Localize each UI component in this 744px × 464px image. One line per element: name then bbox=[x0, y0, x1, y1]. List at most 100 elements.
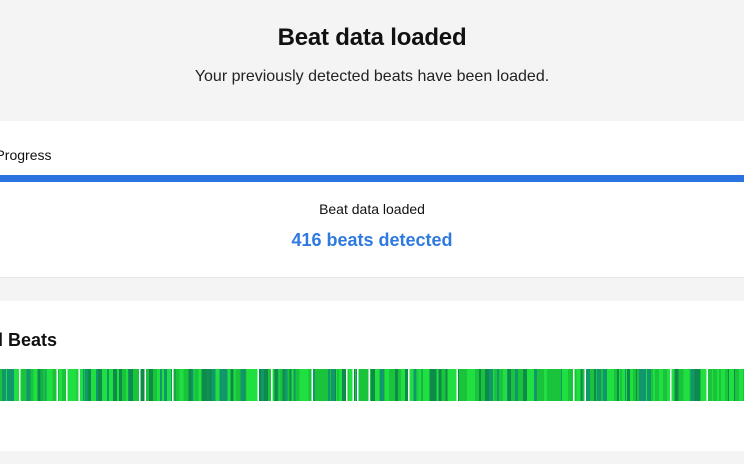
beat-marker bbox=[458, 369, 459, 401]
beat-marker bbox=[420, 369, 422, 401]
beat-marker bbox=[67, 369, 69, 401]
beat-marker bbox=[556, 369, 558, 401]
beat-marker bbox=[633, 369, 636, 401]
beat-marker bbox=[48, 369, 51, 401]
beat-marker bbox=[436, 369, 439, 401]
beat-marker bbox=[678, 369, 683, 401]
beat-gap bbox=[19, 369, 21, 401]
detection-progress-card: on Progress Beat data loaded 416 beats d… bbox=[0, 121, 744, 278]
beat-gap bbox=[139, 369, 141, 401]
beat-gap bbox=[66, 369, 68, 401]
beat-marker bbox=[193, 369, 195, 401]
beat-marker bbox=[334, 369, 335, 401]
beat-marker bbox=[683, 369, 687, 401]
beat-marker bbox=[534, 369, 537, 401]
beat-marker bbox=[291, 369, 294, 401]
beat-marker bbox=[339, 369, 341, 401]
beat-gap bbox=[311, 369, 313, 401]
beat-marker bbox=[136, 369, 139, 401]
beat-marker bbox=[674, 369, 679, 401]
beat-gap bbox=[368, 369, 370, 401]
beat-marker bbox=[507, 369, 508, 401]
beat-marker bbox=[316, 369, 319, 401]
beat-gap bbox=[56, 369, 58, 401]
beat-marker bbox=[497, 369, 499, 401]
progress-card-title: on Progress bbox=[0, 147, 52, 163]
beat-marker bbox=[416, 369, 418, 401]
beat-marker bbox=[742, 369, 743, 401]
beat-marker bbox=[175, 369, 178, 401]
beat-marker bbox=[6, 369, 7, 401]
beat-marker bbox=[328, 369, 330, 401]
beat-marker bbox=[425, 369, 430, 401]
beat-marker bbox=[128, 369, 129, 401]
beat-gap bbox=[573, 369, 575, 401]
beat-strip-svg[interactable] bbox=[0, 369, 744, 401]
beat-marker bbox=[568, 369, 572, 401]
beat-marker bbox=[273, 369, 275, 401]
beat-marker bbox=[717, 369, 719, 401]
beat-gap bbox=[456, 369, 458, 401]
beat-marker bbox=[254, 369, 258, 401]
beat-marker bbox=[445, 369, 448, 401]
beat-marker bbox=[342, 369, 346, 401]
beat-marker bbox=[58, 369, 59, 401]
beat-marker bbox=[74, 369, 77, 401]
beat-marker bbox=[417, 369, 419, 401]
beat-marker bbox=[80, 369, 83, 401]
beat-marker bbox=[76, 369, 78, 401]
beat-marker bbox=[313, 369, 315, 401]
beat-marker bbox=[405, 369, 408, 401]
page-title: Beat data loaded bbox=[277, 24, 467, 51]
beat-marker bbox=[698, 369, 701, 401]
beat-marker bbox=[348, 369, 353, 401]
beat-gap bbox=[352, 369, 354, 401]
beat-marker bbox=[40, 369, 42, 401]
beat-marker bbox=[219, 369, 224, 401]
beat-marker bbox=[211, 369, 215, 401]
beat-marker bbox=[302, 369, 307, 401]
beat-marker bbox=[558, 369, 561, 401]
beat-marker bbox=[655, 369, 656, 401]
beat-marker bbox=[721, 369, 725, 401]
beat-marker bbox=[215, 369, 220, 401]
beat-marker bbox=[594, 369, 596, 401]
beat-marker bbox=[637, 369, 639, 401]
beat-marker bbox=[671, 369, 674, 401]
beat-gap bbox=[346, 369, 348, 401]
beat-marker bbox=[667, 369, 670, 401]
beat-marker bbox=[223, 369, 228, 401]
beat-marker bbox=[421, 369, 423, 401]
beat-marker bbox=[237, 369, 241, 401]
beat-marker bbox=[475, 369, 479, 401]
beat-marker bbox=[562, 369, 564, 401]
beat-marker bbox=[31, 369, 34, 401]
beat-marker bbox=[282, 369, 285, 401]
beat-gap bbox=[408, 369, 410, 401]
beat-marker bbox=[113, 369, 117, 401]
beat-marker bbox=[102, 369, 103, 401]
beat-gap bbox=[670, 369, 672, 401]
beat-marker bbox=[117, 369, 119, 401]
beat-marker bbox=[630, 369, 633, 401]
beat-marker bbox=[719, 369, 721, 401]
beat-strip[interactable] bbox=[0, 369, 744, 401]
beat-marker bbox=[379, 369, 380, 401]
beat-marker bbox=[365, 369, 369, 401]
beat-gap bbox=[78, 369, 80, 401]
beat-marker bbox=[561, 369, 562, 401]
beat-marker bbox=[622, 369, 625, 401]
beat-marker bbox=[148, 369, 149, 401]
beat-marker bbox=[493, 369, 494, 401]
beat-marker bbox=[109, 369, 113, 401]
beat-marker bbox=[467, 369, 471, 401]
beat-marker bbox=[596, 369, 597, 401]
beat-marker bbox=[463, 369, 467, 401]
beat-marker bbox=[385, 369, 389, 401]
beat-marker bbox=[295, 369, 300, 401]
beat-marker bbox=[274, 369, 278, 401]
beat-marker bbox=[194, 369, 199, 401]
beat-marker bbox=[26, 369, 29, 401]
beat-marker bbox=[553, 369, 555, 401]
beat-marker bbox=[7, 369, 11, 401]
